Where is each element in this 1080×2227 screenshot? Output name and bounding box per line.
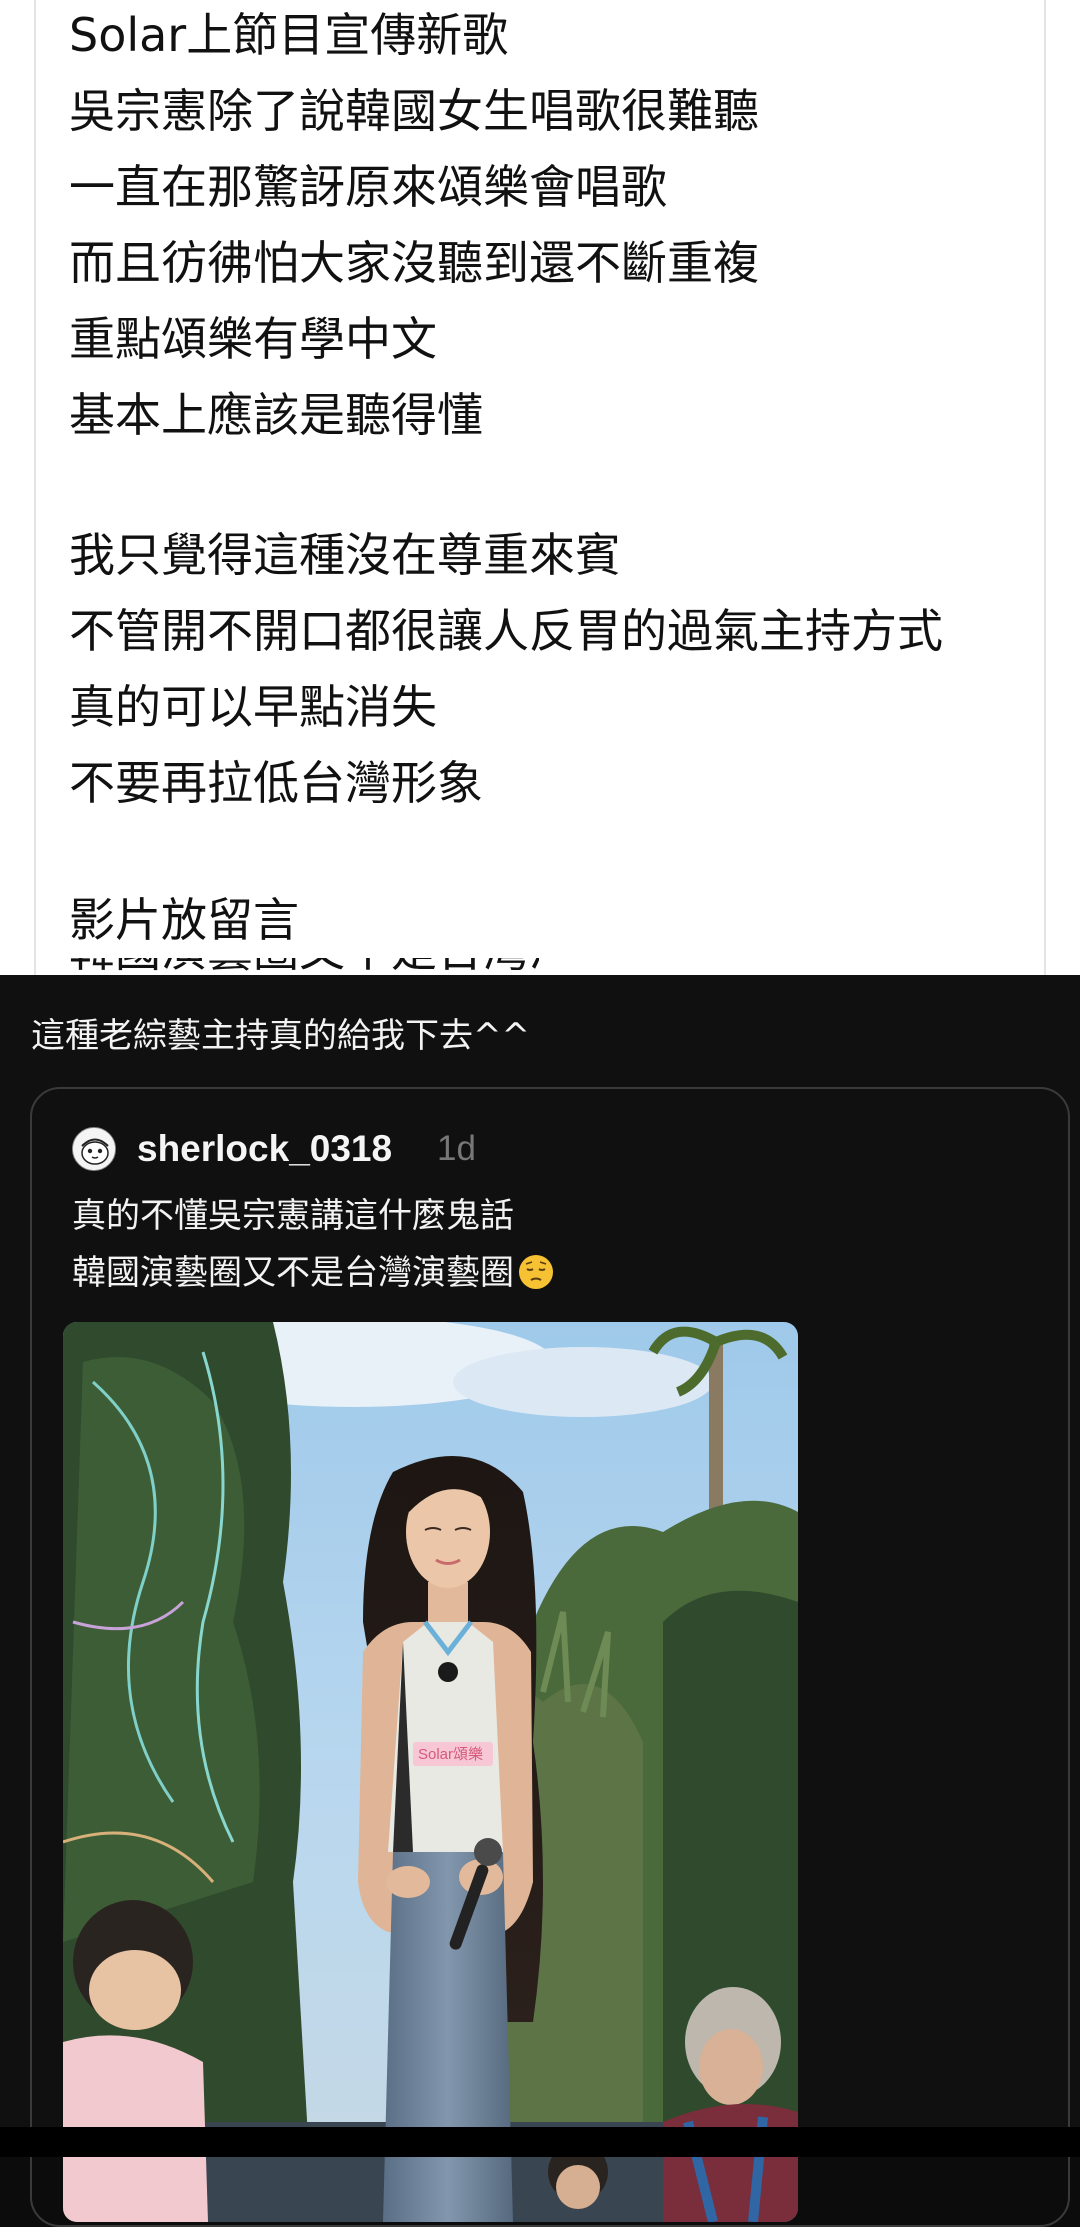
bottom-edge <box>0 2127 1080 2157</box>
card-border <box>34 0 36 975</box>
card-border <box>1044 0 1046 975</box>
video-frame-image: Solar頌樂 <box>63 1322 798 2222</box>
avatar[interactable] <box>72 1127 116 1171</box>
post-line: 真的可以早點消失 <box>69 680 437 734</box>
quoted-post-line: 真的不懂吳宗憲講這什麼鬼話 <box>72 1196 514 1236</box>
quoted-post-line: 韓國演藝圈又不是台灣演藝圈 <box>72 1251 554 1295</box>
post-line: 我只覺得這種沒在尊重來賓 <box>69 528 621 582</box>
post-line: 不要再拉低台灣形象 <box>69 756 483 810</box>
svg-text:Solar頌樂: Solar頌樂 <box>418 1746 483 1763</box>
post-line: 影片放留言 <box>69 893 299 947</box>
post-line: 吳宗憲除了說韓國女生唱歌很難聽 <box>69 84 759 138</box>
post-line: 重點頌樂有學中文 <box>69 312 437 366</box>
post-line: Solar上節目宣傳新歌 <box>69 8 509 62</box>
avatar-illustration-icon <box>73 1128 115 1170</box>
post-body-panel: Solar上節目宣傳新歌 吳宗憲除了說韓國女生唱歌很難聽 一直在那驚訝原來頌樂會… <box>0 0 1080 975</box>
pensive-face-emoji-icon <box>518 1254 554 1290</box>
post-line: 而且彷彿怕大家沒聽到還不斷重複 <box>69 236 759 290</box>
video-thumbnail[interactable]: Solar頌樂 <box>63 1322 798 2222</box>
username[interactable]: sherlock_0318 <box>137 1127 392 1171</box>
reply-text: 這種老綜藝主持真的給我下去^^ <box>31 1016 530 1056</box>
post-timestamp: 1d <box>437 1129 476 1168</box>
quoted-post-card[interactable]: sherlock_0318 1d 真的不懂吳宗憲講這什麼鬼話 韓國演藝圈又不是台… <box>30 1087 1070 2227</box>
thread-reply-area: 這種老綜藝主持真的給我下去^^ sherlock_0318 1d 真的不懂吳宗憲… <box>0 975 1080 2227</box>
post-line: 基本上應該是聽得懂 <box>69 388 483 442</box>
post-line: 不管開不開口都很讓人反胃的過氣主持方式 <box>69 604 943 658</box>
post-line: 一直在那驚訝原來頌樂會唱歌 <box>69 160 667 214</box>
cut-off-line: 韓國演藝圈又不是台灣演藝圈 <box>69 958 539 975</box>
